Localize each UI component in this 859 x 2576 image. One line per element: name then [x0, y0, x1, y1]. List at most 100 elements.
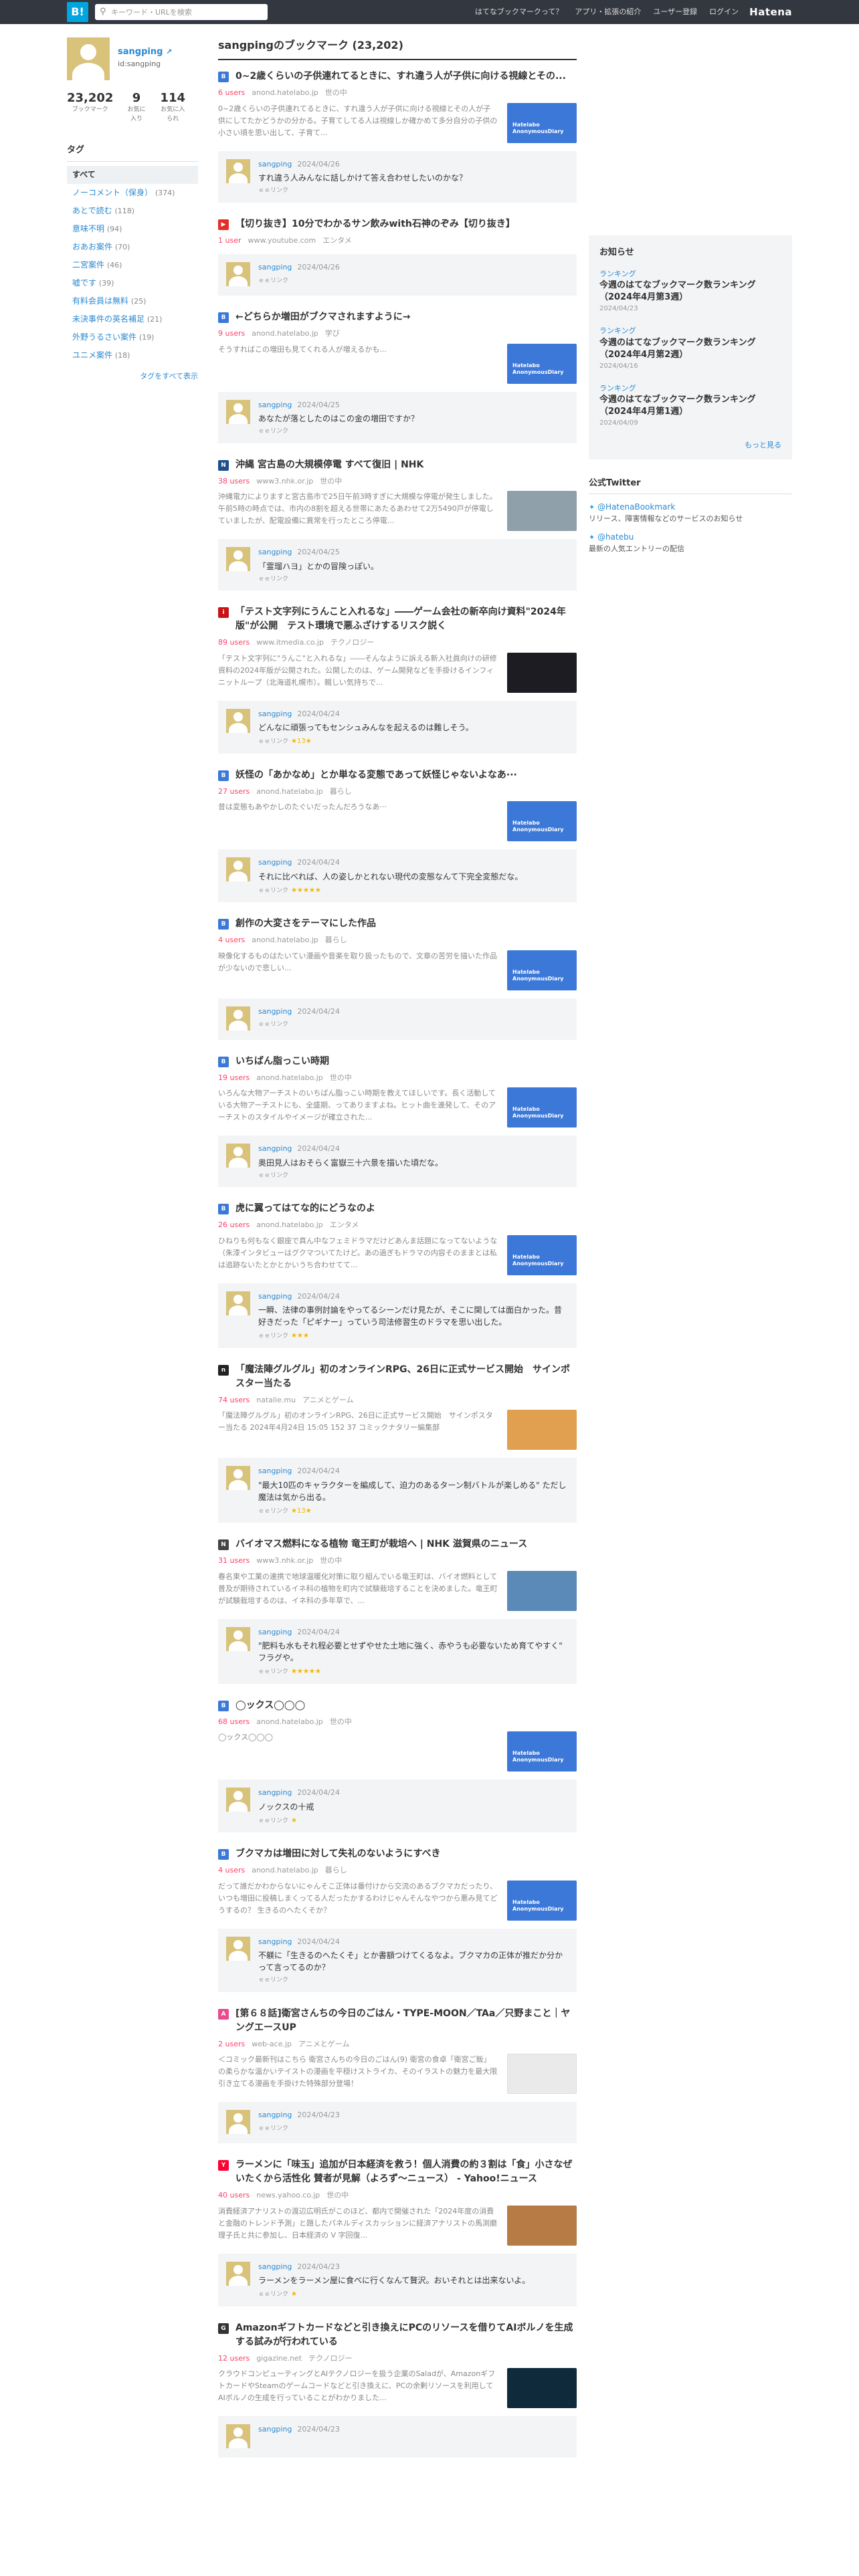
- entry-thumbnail[interactable]: Hatelabo AnonymousDiary: [507, 343, 577, 384]
- tag-item[interactable]: 外野うるさい案件 (19): [67, 328, 198, 346]
- avatar[interactable]: [226, 2261, 250, 2286]
- tag-item[interactable]: おあお案件 (70): [67, 238, 198, 256]
- comment-date[interactable]: 2024/04/23: [297, 2111, 339, 2119]
- news-title[interactable]: 今週のはてなブックマーク数ランキング（2024年4月第2週）: [599, 337, 781, 361]
- tag-item[interactable]: すべて: [67, 165, 198, 184]
- entry-category[interactable]: 暮らし: [325, 1866, 347, 1874]
- comment-link[interactable]: ｅｅリンク: [258, 1508, 288, 1515]
- user-name-link[interactable]: sangping ↗: [118, 45, 172, 59]
- entry-domain[interactable]: www3.nhk.or.jp: [256, 1556, 313, 1565]
- star-rating[interactable]: ★13★: [291, 1507, 312, 1515]
- avatar[interactable]: [67, 37, 110, 80]
- avatar[interactable]: [226, 158, 250, 183]
- comment-user[interactable]: sangping: [258, 1788, 292, 1797]
- comment-user[interactable]: sangping: [258, 1937, 292, 1946]
- comment-date[interactable]: 2024/04/26: [297, 160, 339, 169]
- entry-thumbnail[interactable]: Hatelabo AnonymousDiary: [507, 950, 577, 990]
- stat-bookmarks[interactable]: 23,202 ブックマーク: [67, 91, 113, 124]
- comment-link[interactable]: ｅｅリンク: [258, 887, 288, 894]
- users-count[interactable]: 1 user: [218, 236, 242, 245]
- users-count[interactable]: 31 users: [218, 1556, 250, 1565]
- entry-title[interactable]: いちばん脂っこい時期: [235, 1056, 329, 1067]
- comment-link[interactable]: ｅｅリンク: [258, 428, 288, 435]
- entry-category[interactable]: 世の中: [330, 1073, 352, 1082]
- entry-title[interactable]: ◯ックス◯◯◯: [235, 1700, 305, 1711]
- entry-title[interactable]: 0~2歳くらいの子供連れてるときに、すれ違う人が子供に向ける視線とその...: [235, 71, 566, 82]
- entry-category[interactable]: 学び: [325, 329, 340, 338]
- star-rating[interactable]: ★13★: [291, 738, 312, 745]
- users-count[interactable]: 89 users: [218, 638, 250, 647]
- entry-domain[interactable]: news.yahoo.co.jp: [256, 2191, 320, 2199]
- entry-title[interactable]: 【切り抜き】10分でわかるサン飲みwith石神のぞみ【切り抜き】: [235, 219, 515, 229]
- comment-link[interactable]: ｅｅリンク: [258, 187, 288, 194]
- entry-title-link[interactable]: B 妖怪の「あかなめ」とか単なる変態であって妖怪じゃないよなあ···: [218, 768, 577, 782]
- avatar[interactable]: [226, 2110, 250, 2134]
- entry-domain[interactable]: www.youtube.com: [248, 236, 316, 245]
- entry-title-link[interactable]: B ←どちらか増田がブクマされますように→: [218, 310, 577, 324]
- avatar[interactable]: [226, 857, 250, 881]
- avatar[interactable]: [226, 1006, 250, 1031]
- comment-date[interactable]: 2024/04/24: [297, 1144, 339, 1153]
- tag-item[interactable]: ユニメ案件 (18): [67, 346, 198, 364]
- entry-category[interactable]: 世の中: [320, 477, 342, 486]
- entry-category[interactable]: 世の中: [325, 88, 347, 97]
- entry-thumbnail[interactable]: Hatelabo AnonymousDiary: [507, 102, 577, 143]
- comment-user[interactable]: sangping: [258, 710, 292, 718]
- entry-title-link[interactable]: G Amazonギフトカードなどと引き換えにPCのリソースを借りてAIボルノを生成…: [218, 2321, 577, 2349]
- entry-title[interactable]: ブクマカは増田に対して失礼のないようにすべき: [235, 1848, 440, 1859]
- comment-user[interactable]: sangping: [258, 1007, 292, 1016]
- entry-title-link[interactable]: B 創作の大変さをテーマにした作品: [218, 917, 577, 931]
- tag-item[interactable]: あとで読む (118): [67, 202, 198, 220]
- entry-domain[interactable]: natalie.mu: [256, 1396, 296, 1404]
- avatar[interactable]: [226, 262, 250, 286]
- entry-category[interactable]: 世の中: [320, 1556, 342, 1565]
- nav-register[interactable]: ユーザー登録: [653, 7, 697, 18]
- entry-category[interactable]: エンタメ: [322, 236, 352, 245]
- entry-thumbnail[interactable]: Hatelabo AnonymousDiary: [507, 1731, 577, 1772]
- comment-link[interactable]: ｅｅリンク: [258, 576, 288, 582]
- avatar[interactable]: [226, 1466, 250, 1490]
- entry-title-link[interactable]: B 0~2歳くらいの子供連れてるときに、すれ違う人が子供に向ける視線とその...: [218, 70, 577, 84]
- news-item[interactable]: ランキング 今週のはてなブックマーク数ランキング（2024年4月第3週） 202…: [599, 269, 781, 314]
- entry-title-link[interactable]: B 虎に翼ってはてな的にどうなのよ: [218, 1202, 577, 1216]
- entry-title[interactable]: ラーメンに「味玉」追加が日本経済を救う！個人消費の約３割は「食」小さなぜいたくか…: [235, 2159, 572, 2184]
- entry-thumbnail[interactable]: [507, 2054, 577, 2094]
- comment-date[interactable]: 2024/04/23: [297, 2425, 339, 2434]
- comment-user[interactable]: sangping: [258, 263, 292, 272]
- comment-date[interactable]: 2024/04/24: [297, 1788, 339, 1797]
- search-input[interactable]: [111, 6, 262, 18]
- entry-thumbnail[interactable]: [507, 491, 577, 531]
- hatena-bookmark-logo[interactable]: B!: [67, 2, 88, 22]
- hatena-logo[interactable]: Hatena: [749, 5, 792, 20]
- comment-user[interactable]: sangping: [258, 160, 292, 169]
- entry-domain[interactable]: web-ace.jp: [252, 2040, 292, 2048]
- users-count[interactable]: 2 users: [218, 2040, 245, 2048]
- comment-link[interactable]: ｅｅリンク: [258, 1669, 288, 1675]
- star-rating[interactable]: ★: [291, 2290, 297, 2298]
- entry-category[interactable]: エンタメ: [330, 1220, 359, 1229]
- entry-thumbnail[interactable]: Hatelabo AnonymousDiary: [507, 801, 577, 841]
- entry-title[interactable]: 「テスト文字列にうんこと入れるな」――ゲーム会社の新卒向け資料"2024年版"が…: [235, 607, 566, 631]
- news-item[interactable]: ランキング 今週のはてなブックマーク数ランキング（2024年4月第1週） 202…: [599, 383, 781, 429]
- users-count[interactable]: 27 users: [218, 787, 250, 796]
- comment-date[interactable]: 2024/04/24: [297, 710, 339, 718]
- entry-title-link[interactable]: B ◯ックス◯◯◯: [218, 1699, 577, 1713]
- users-count[interactable]: 38 users: [218, 477, 250, 486]
- users-count[interactable]: 4 users: [218, 1866, 245, 1874]
- entry-title[interactable]: 妖怪の「あかなめ」とか単なる変態であって妖怪じゃないよなあ···: [235, 770, 517, 780]
- entry-title-link[interactable]: i 「テスト文字列にうんこと入れるな」――ゲーム会社の新卒向け資料"2024年版"…: [218, 605, 577, 633]
- comment-date[interactable]: 2024/04/24: [297, 1467, 339, 1475]
- comment-date[interactable]: 2024/04/24: [297, 858, 339, 867]
- entry-title[interactable]: Amazonギフトカードなどと引き換えにPCのリソースを借りてAIボルノを生成す…: [235, 2323, 573, 2347]
- avatar[interactable]: [226, 399, 250, 424]
- comment-link[interactable]: ｅｅリンク: [258, 738, 288, 745]
- entry-title-link[interactable]: ▶ 【切り抜き】10分でわかるサン飲みwith石神のぞみ【切り抜き】: [218, 217, 577, 231]
- star-rating[interactable]: ★★★★★: [291, 1668, 321, 1675]
- comment-user[interactable]: sangping: [258, 1292, 292, 1301]
- entry-domain[interactable]: www3.nhk.or.jp: [256, 477, 313, 486]
- news-category[interactable]: ランキング: [599, 383, 781, 395]
- comment-link[interactable]: ｅｅリンク: [258, 1021, 288, 1028]
- entry-category[interactable]: 暮らし: [330, 787, 352, 796]
- entry-title-link[interactable]: B ブクマカは増田に対して失礼のないようにすべき: [218, 1847, 577, 1861]
- nav-about[interactable]: はてなブックマークって？: [475, 7, 563, 18]
